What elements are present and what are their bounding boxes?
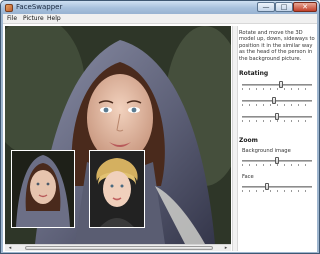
background-image-label: Background image [242, 148, 291, 154]
slider-ticks [242, 104, 312, 106]
slider-track [242, 84, 312, 86]
face-label: Face [242, 174, 254, 180]
window-title: FaceSwapper [16, 3, 63, 11]
rotating-heading: Rotating [239, 70, 269, 77]
rotate-slider-2[interactable] [242, 96, 312, 106]
menu-help[interactable]: Help [47, 15, 61, 23]
background-image-zoom-slider[interactable] [242, 156, 312, 166]
app-window: FaceSwapper — □ ✕ File Picture Help ◂ ▸ … [0, 0, 320, 254]
rotate-slider-3[interactable] [242, 112, 312, 122]
title-bar[interactable]: FaceSwapper — □ ✕ [1, 1, 319, 14]
slider-ticks [242, 88, 312, 90]
app-icon [5, 4, 13, 12]
rotate-slider-1[interactable] [242, 80, 312, 90]
slider-track [242, 186, 312, 188]
slider-knob[interactable] [275, 113, 279, 120]
minimize-button[interactable]: — [257, 2, 275, 12]
zoom-heading: Zoom [239, 137, 258, 144]
menu-bar: File Picture Help [3, 14, 317, 24]
slider-knob[interactable] [271, 97, 276, 104]
maximize-button[interactable]: □ [275, 2, 293, 12]
background-face-image [12, 151, 74, 227]
background-face-thumbnail[interactable] [11, 150, 75, 228]
close-button[interactable]: ✕ [293, 2, 317, 12]
slider-track [242, 100, 312, 102]
slider-knob[interactable] [264, 183, 269, 190]
background-picture-canvas[interactable] [5, 26, 231, 244]
scroll-right-icon[interactable]: ▸ [222, 245, 230, 251]
menu-file[interactable]: File [7, 15, 17, 23]
slider-knob[interactable] [275, 157, 279, 164]
slider-knob[interactable] [278, 81, 283, 88]
horizontal-scrollbar[interactable]: ◂ ▸ [5, 244, 231, 251]
face-model-thumbnail[interactable] [89, 150, 145, 228]
instructions-text: Rotate and move the 3D model up, down, s… [239, 30, 315, 62]
slider-ticks [242, 190, 312, 192]
panel-splitter[interactable] [232, 26, 238, 251]
menu-picture[interactable]: Picture [23, 15, 44, 23]
face-model-image [90, 151, 144, 227]
scrollbar-thumb[interactable] [25, 246, 213, 250]
slider-ticks [242, 164, 312, 166]
scroll-left-icon[interactable]: ◂ [6, 245, 14, 251]
face-zoom-slider[interactable] [242, 182, 312, 192]
control-panel: Rotate and move the 3D model up, down, s… [239, 26, 317, 251]
main-content: ◂ ▸ Rotate and move the 3D model up, dow… [3, 24, 317, 252]
slider-ticks [242, 120, 312, 122]
